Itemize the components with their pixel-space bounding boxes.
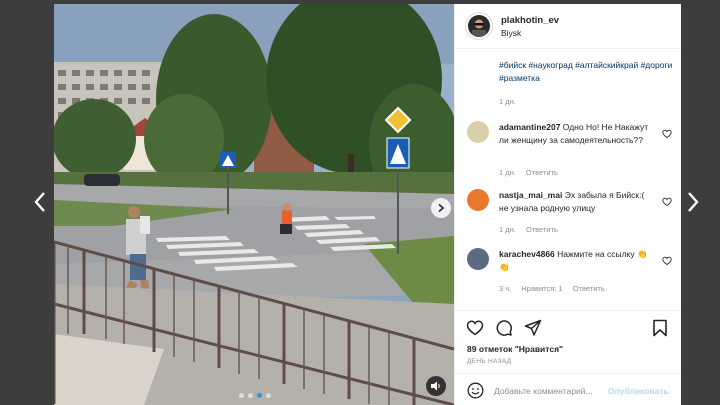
publish-button[interactable]: Опубликовать [608, 386, 669, 396]
comment-likes-count[interactable]: Нравится: 1 [521, 284, 562, 293]
comment-meta: 1 дн. Ответить [499, 225, 558, 234]
previous-post-button[interactable] [32, 190, 48, 214]
post-sidebar: plakhotin_ev Biysk #бийск #наукоград #ал… [454, 4, 681, 405]
author-avatar[interactable] [465, 12, 493, 40]
reply-button[interactable]: Ответить [526, 225, 558, 234]
post-media[interactable] [54, 4, 454, 405]
author-username[interactable]: plakhotin_ev [501, 15, 559, 26]
reply-button[interactable]: Ответить [526, 168, 558, 177]
post-actions: 89 отметок "Нравится" ДЕНЬ НАЗАД Добавьт… [455, 310, 681, 405]
comment-time: 1 дн. [499, 168, 516, 177]
comment-like-icon[interactable] [662, 256, 672, 266]
speaker-muted-icon [431, 381, 440, 391]
bookmark-icon[interactable] [652, 319, 668, 337]
likes-count[interactable]: 89 отметок "Нравится" [467, 344, 563, 354]
comment-like-icon[interactable] [662, 197, 672, 207]
comment-text-block: adamantine207 Одно Но! Не Накажут ли жен… [499, 121, 649, 146]
carousel-dots [239, 393, 271, 398]
media-next-button[interactable] [431, 198, 451, 218]
comment-username[interactable]: karachev4866 [499, 249, 555, 259]
add-comment-bar: Добавьте комментарий... Опубликовать [455, 373, 681, 405]
video-frame [54, 4, 454, 405]
comment-meta: 1 дн. Ответить [499, 168, 558, 177]
carousel-dot [266, 393, 271, 398]
likes-label: отметок "Нравится" [478, 344, 564, 354]
post-caption-hashtags[interactable]: #бийск #наукоград #алтайскийкрай #дороги… [499, 59, 675, 85]
commenter-avatar[interactable] [467, 121, 489, 143]
post-date: ДЕНЬ НАЗАД [467, 358, 512, 365]
comment-time: 1 дн. [499, 225, 516, 234]
post-header: plakhotin_ev Biysk [455, 4, 681, 49]
post-location[interactable]: Biysk [501, 28, 559, 38]
comment-username[interactable]: nastja_mai_mai [499, 190, 562, 200]
likes-number: 89 [467, 344, 477, 354]
comment-text-block: karachev4866 Нажмите на ссылку 👏👏 [499, 248, 649, 273]
reply-button[interactable]: Ответить [573, 284, 605, 293]
smiley-icon[interactable] [467, 382, 484, 399]
commenter-avatar[interactable] [467, 189, 489, 211]
comment-username[interactable]: adamantine207 [499, 122, 560, 132]
commenter-avatar[interactable] [467, 248, 489, 270]
paper-plane-icon[interactable] [524, 319, 542, 337]
heart-icon[interactable] [466, 319, 484, 337]
chevron-right-icon [688, 192, 699, 212]
comment-text-block: nastja_mai_mai Эх забыла я Бийск:( не уз… [499, 189, 649, 214]
chevron-right-icon [438, 203, 445, 213]
carousel-dot-active [257, 393, 262, 398]
comment-input[interactable]: Добавьте комментарий... [494, 386, 606, 396]
comment-time: 3 ч. [499, 284, 512, 293]
comments-list: #бийск #наукоград #алтайскийкрай #дороги… [455, 49, 681, 307]
comment-bubble-icon[interactable] [495, 319, 513, 337]
avatar-image [468, 15, 490, 37]
comment-like-icon[interactable] [662, 129, 672, 139]
next-post-button[interactable] [685, 190, 701, 214]
sound-toggle-button[interactable] [426, 376, 446, 396]
chevron-left-icon [34, 192, 45, 212]
carousel-dot [239, 393, 244, 398]
carousel-dot [248, 393, 253, 398]
caption-time: 1 дн. [499, 97, 516, 106]
comment-meta: 3 ч. Нравится: 1 Ответить [499, 284, 605, 293]
